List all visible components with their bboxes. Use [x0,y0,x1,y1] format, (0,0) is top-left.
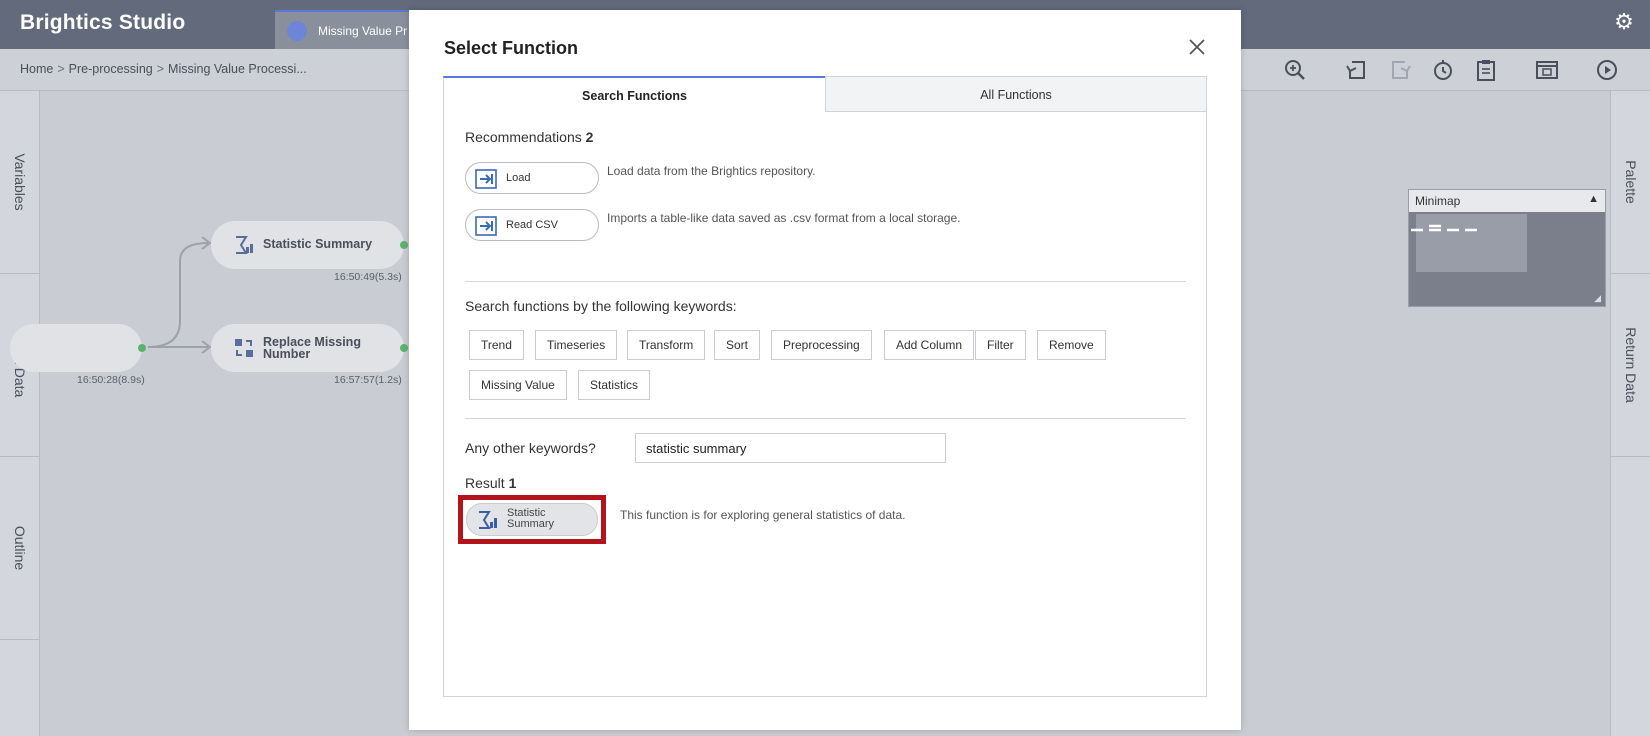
function-label: Statistic Summary [507,507,555,530]
app-title: Brightics Studio [20,11,186,34]
workflow-node-statistic-summary[interactable]: Statistic Summary [211,221,408,269]
tab-all-functions[interactable]: All Functions [825,76,1207,112]
minimap[interactable]: Minimap ▲ ◢ [1408,189,1606,307]
layout-icon[interactable] [1534,57,1560,83]
result-count: 1 [508,475,517,491]
keyword-filter[interactable]: Filter [975,330,1026,360]
node-time-source: 16:50:28(8.9s) [77,374,145,386]
run-icon[interactable] [1594,57,1620,83]
divider [465,281,1186,282]
connector-dot[interactable] [400,344,408,352]
replace-icon [235,339,253,357]
node-time: 16:57:57(1.2s) [334,374,402,386]
result-heading: Result 1 [465,475,517,491]
function-description: Imports a table-like data saved as .csv … [607,211,961,225]
select-function-dialog: Select Function Search Functions All Fun… [409,10,1241,730]
keyword-missing-value[interactable]: Missing Value [469,370,567,400]
clipboard-icon[interactable] [1473,57,1499,83]
other-keywords-label: Any other keywords? [465,440,596,456]
keyword-trend[interactable]: Trend [469,330,524,360]
workflow-node-source[interactable] [10,324,146,372]
function-load-button[interactable]: Load [465,162,599,194]
close-icon[interactable] [1187,37,1207,57]
minimap-title: Minimap [1415,194,1461,208]
load-icon [475,169,497,189]
connector-dot[interactable] [138,344,146,352]
right-side-panel: Palette Return Data [1610,91,1650,736]
minimap-nodes [1411,224,1477,232]
recommendations-count: 2 [585,129,594,145]
keyword-transform[interactable]: Transform [627,330,706,360]
history-icon[interactable] [1430,57,1456,83]
function-description: This function is for exploring general s… [620,508,906,522]
dialog-title: Select Function [444,38,579,58]
document-tab-label: Missing Value Pr [318,24,408,38]
function-tabs: Search Functions All Functions [443,76,1207,112]
keywords-heading: Search functions by the following keywor… [465,298,737,314]
keyword-remove[interactable]: Remove [1037,330,1106,360]
redo-icon[interactable] [1387,57,1413,83]
sidebar-tab-variables[interactable]: Variables [0,91,40,274]
sidebar-tab-palette[interactable]: Palette [1611,91,1650,274]
breadcrumb-home[interactable]: Home [20,62,53,76]
settings-gear-icon[interactable]: ⚙ [1612,10,1636,34]
function-description: Load data from the Brightics repository. [607,164,816,178]
node-time: 16:50:49(5.3s) [334,271,402,283]
node-label: Replace Missing Number [263,335,361,361]
function-label: Read CSV [506,219,558,231]
result-highlight: Statistic Summary [458,495,606,544]
function-statistic-summary-button[interactable]: Statistic Summary [466,503,598,536]
undo-icon[interactable] [1344,57,1370,83]
other-keywords-input[interactable] [635,433,946,463]
divider [465,418,1186,419]
keyword-timeseries[interactable]: Timeseries [535,330,618,360]
node-label: Statistic Summary [263,237,373,251]
document-tab[interactable]: Missing Value Pr [275,10,415,49]
sigma-icon [236,236,253,254]
breadcrumb-preprocessing[interactable]: Pre-processing [69,62,153,76]
zoom-in-icon[interactable] [1282,57,1308,83]
sidebar-tab-return-data[interactable]: Return Data [1611,274,1650,457]
keyword-sort[interactable]: Sort [714,330,761,360]
tab-search-functions[interactable]: Search Functions [443,76,825,112]
sidebar-tab-outline[interactable]: Outline [0,457,40,640]
read-csv-icon [475,216,497,236]
workflow-node-replace-missing-number[interactable]: Replace Missing Number [211,324,408,372]
breadcrumb: Home > Pre-processing > Missing Value Proces… [20,62,307,76]
connector-dot[interactable] [400,241,408,249]
resize-handle-icon[interactable]: ◢ [1594,293,1601,304]
function-label: Load [506,172,531,184]
function-read-csv-button[interactable]: Read CSV [465,209,599,241]
sigma-icon [479,511,497,529]
minimap-header: Minimap ▲ [1409,190,1605,212]
recommendations-heading: Recommendations 2 [465,129,594,145]
keyword-statistics[interactable]: Statistics [578,370,651,400]
search-functions-panel: Recommendations 2 Load Load data from th… [443,112,1207,697]
workflow-icon [287,21,307,41]
chevron-up-icon[interactable]: ▲ [1588,193,1599,205]
keyword-preprocessing[interactable]: Preprocessing [771,330,872,360]
keyword-add-column[interactable]: Add Column [884,330,975,360]
left-side-panel: Variables Input Data Outline [0,91,40,736]
breadcrumb-current: Missing Value Processi... [168,62,307,76]
